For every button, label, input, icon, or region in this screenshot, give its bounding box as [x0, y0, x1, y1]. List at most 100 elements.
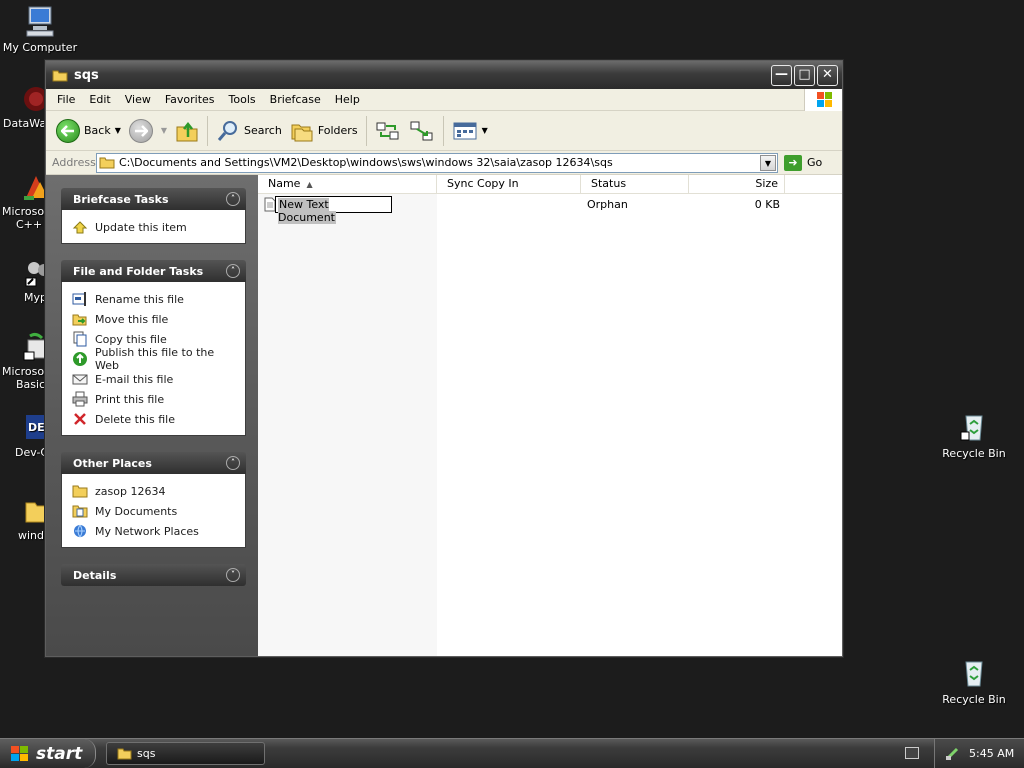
- rename-input[interactable]: New Text Document: [275, 196, 392, 224]
- views-icon: [453, 122, 477, 139]
- file-size: 0 KB: [754, 198, 780, 211]
- explorer-window: sqs — □ ✕ File Edit View Favorites Tools…: [45, 60, 843, 657]
- menu-help[interactable]: Help: [328, 91, 367, 108]
- printer-icon: [72, 391, 88, 407]
- panel-title: File and Folder Tasks: [73, 264, 204, 278]
- rename-file-link[interactable]: Rename this file: [72, 289, 239, 309]
- search-button[interactable]: Search: [212, 115, 286, 147]
- place-network-link[interactable]: My Network Places: [72, 521, 239, 541]
- file-name: New Text Document: [278, 198, 336, 224]
- details-header[interactable]: Details ˅: [61, 564, 246, 586]
- briefcase-tasks-header[interactable]: Briefcase Tasks ˄: [61, 188, 246, 210]
- file-folder-tasks-panel: File and Folder Tasks ˄ Rename this file…: [61, 260, 246, 436]
- update-item-link[interactable]: Update this item: [72, 217, 239, 237]
- move-to-icon: [376, 122, 399, 139]
- clock: 5:45 AM: [969, 747, 1015, 760]
- maximize-button[interactable]: □: [794, 65, 815, 86]
- column-name[interactable]: Name ▲: [258, 175, 437, 193]
- start-button[interactable]: start: [0, 739, 96, 768]
- back-button[interactable]: Back ▼: [52, 115, 125, 147]
- address-input[interactable]: C:\Documents and Settings\VM2\Desktop\wi…: [96, 152, 778, 173]
- briefcase-tasks-panel: Briefcase Tasks ˄ Update this item: [61, 188, 246, 244]
- views-button[interactable]: ▼: [448, 115, 492, 147]
- chevron-down-icon[interactable]: ▼: [482, 126, 488, 135]
- search-icon: [217, 120, 238, 141]
- column-sync-copy-in[interactable]: Sync Copy In: [437, 175, 581, 193]
- toolbar-separator: [207, 115, 209, 146]
- place-my-documents-link[interactable]: My Documents: [72, 501, 239, 521]
- link-label: E-mail this file: [95, 372, 174, 386]
- address-dropdown-button[interactable]: ▼: [760, 154, 776, 171]
- my-documents-icon: [72, 505, 88, 518]
- menu-bar: File Edit View Favorites Tools Briefcase…: [46, 89, 842, 111]
- panel-title: Other Places: [73, 456, 152, 470]
- publish-web-link[interactable]: Publish this file to the Web: [72, 346, 239, 372]
- menu-favorites[interactable]: Favorites: [158, 91, 222, 108]
- folders-label: Folders: [317, 124, 358, 137]
- desktop-icon-my-computer[interactable]: My Computer: [0, 4, 80, 54]
- copy-to-button[interactable]: [405, 115, 439, 147]
- link-label: My Documents: [95, 504, 178, 518]
- column-label: Size: [755, 177, 778, 190]
- address-value: C:\Documents and Settings\VM2\Desktop\wi…: [119, 156, 613, 169]
- desktop-icon-recycle-bin[interactable]: Recycle Bin: [934, 410, 1014, 460]
- desktop-icon-label: My Computer: [2, 41, 78, 54]
- link-label: Update this item: [95, 220, 187, 234]
- email-file-link[interactable]: E-mail this file: [72, 369, 239, 389]
- link-label: Publish this file to the Web: [95, 346, 215, 372]
- collapse-chevron-icon[interactable]: ˄: [226, 264, 240, 278]
- forward-button[interactable]: ▼: [125, 115, 171, 147]
- taskbar-window-sqs[interactable]: sqs: [106, 742, 265, 765]
- computer-icon: [23, 4, 57, 38]
- go-label: Go: [807, 156, 823, 169]
- column-label: Name: [268, 177, 301, 190]
- up-folder-button[interactable]: [171, 115, 203, 147]
- menu-briefcase[interactable]: Briefcase: [263, 91, 328, 108]
- move-to-button[interactable]: [371, 115, 405, 147]
- window-content: Briefcase Tasks ˄ Update this item File …: [46, 175, 842, 656]
- sorted-column-shading: [258, 194, 437, 656]
- go-button[interactable]: ➜ Go: [784, 154, 823, 171]
- title-bar[interactable]: sqs — □ ✕: [46, 61, 842, 89]
- chevron-down-icon[interactable]: ▼: [115, 126, 121, 135]
- other-places-panel: Other Places ˄ zasop 12634 My Documents …: [61, 452, 246, 548]
- collapse-chevron-icon[interactable]: ˄: [226, 192, 240, 206]
- network-tray-icon[interactable]: [945, 747, 959, 761]
- close-button[interactable]: ✕: [817, 65, 838, 86]
- chevron-down-icon[interactable]: ▼: [161, 126, 167, 135]
- move-file-link[interactable]: Move this file: [72, 309, 239, 329]
- menu-edit[interactable]: Edit: [82, 91, 117, 108]
- details-panel: Details ˅: [61, 564, 246, 586]
- folder-icon: [99, 157, 115, 169]
- column-label: Sync Copy In: [447, 177, 519, 190]
- folders-button[interactable]: Folders: [286, 115, 362, 147]
- copy-icon: [73, 331, 87, 347]
- back-label: Back: [84, 124, 111, 137]
- minimize-button[interactable]: —: [771, 65, 792, 86]
- copy-to-icon: [410, 121, 433, 140]
- briefcase-update-icon: [72, 221, 88, 234]
- expand-chevron-icon[interactable]: ˅: [226, 568, 240, 582]
- other-places-header[interactable]: Other Places ˄: [61, 452, 246, 474]
- folders-icon: [291, 124, 313, 141]
- menu-view[interactable]: View: [118, 91, 158, 108]
- place-zasop-link[interactable]: zasop 12634: [72, 481, 239, 501]
- publish-web-icon: [73, 352, 87, 366]
- menu-tools[interactable]: Tools: [222, 91, 263, 108]
- file-folder-tasks-header[interactable]: File and Folder Tasks ˄: [61, 260, 246, 282]
- move-icon: [72, 314, 87, 326]
- folder-icon: [52, 70, 68, 81]
- folder-icon: [72, 485, 88, 498]
- print-file-link[interactable]: Print this file: [72, 389, 239, 409]
- menu-file[interactable]: File: [50, 91, 82, 108]
- delete-file-link[interactable]: Delete this file: [72, 409, 239, 429]
- column-size[interactable]: Size: [689, 175, 785, 193]
- sort-ascending-icon: ▲: [306, 180, 313, 189]
- desktop-icon-recycle-bin-2[interactable]: Recycle Bin: [934, 656, 1014, 706]
- column-status[interactable]: Status: [581, 175, 689, 193]
- windows-logo-icon: [804, 89, 842, 111]
- collapse-chevron-icon[interactable]: ˄: [226, 456, 240, 470]
- desktop-icon-datawa[interactable]: DataWa: [3, 84, 51, 130]
- keyboard-icon[interactable]: [905, 747, 919, 759]
- desktop-icon-label: Recycle Bin: [942, 447, 1006, 460]
